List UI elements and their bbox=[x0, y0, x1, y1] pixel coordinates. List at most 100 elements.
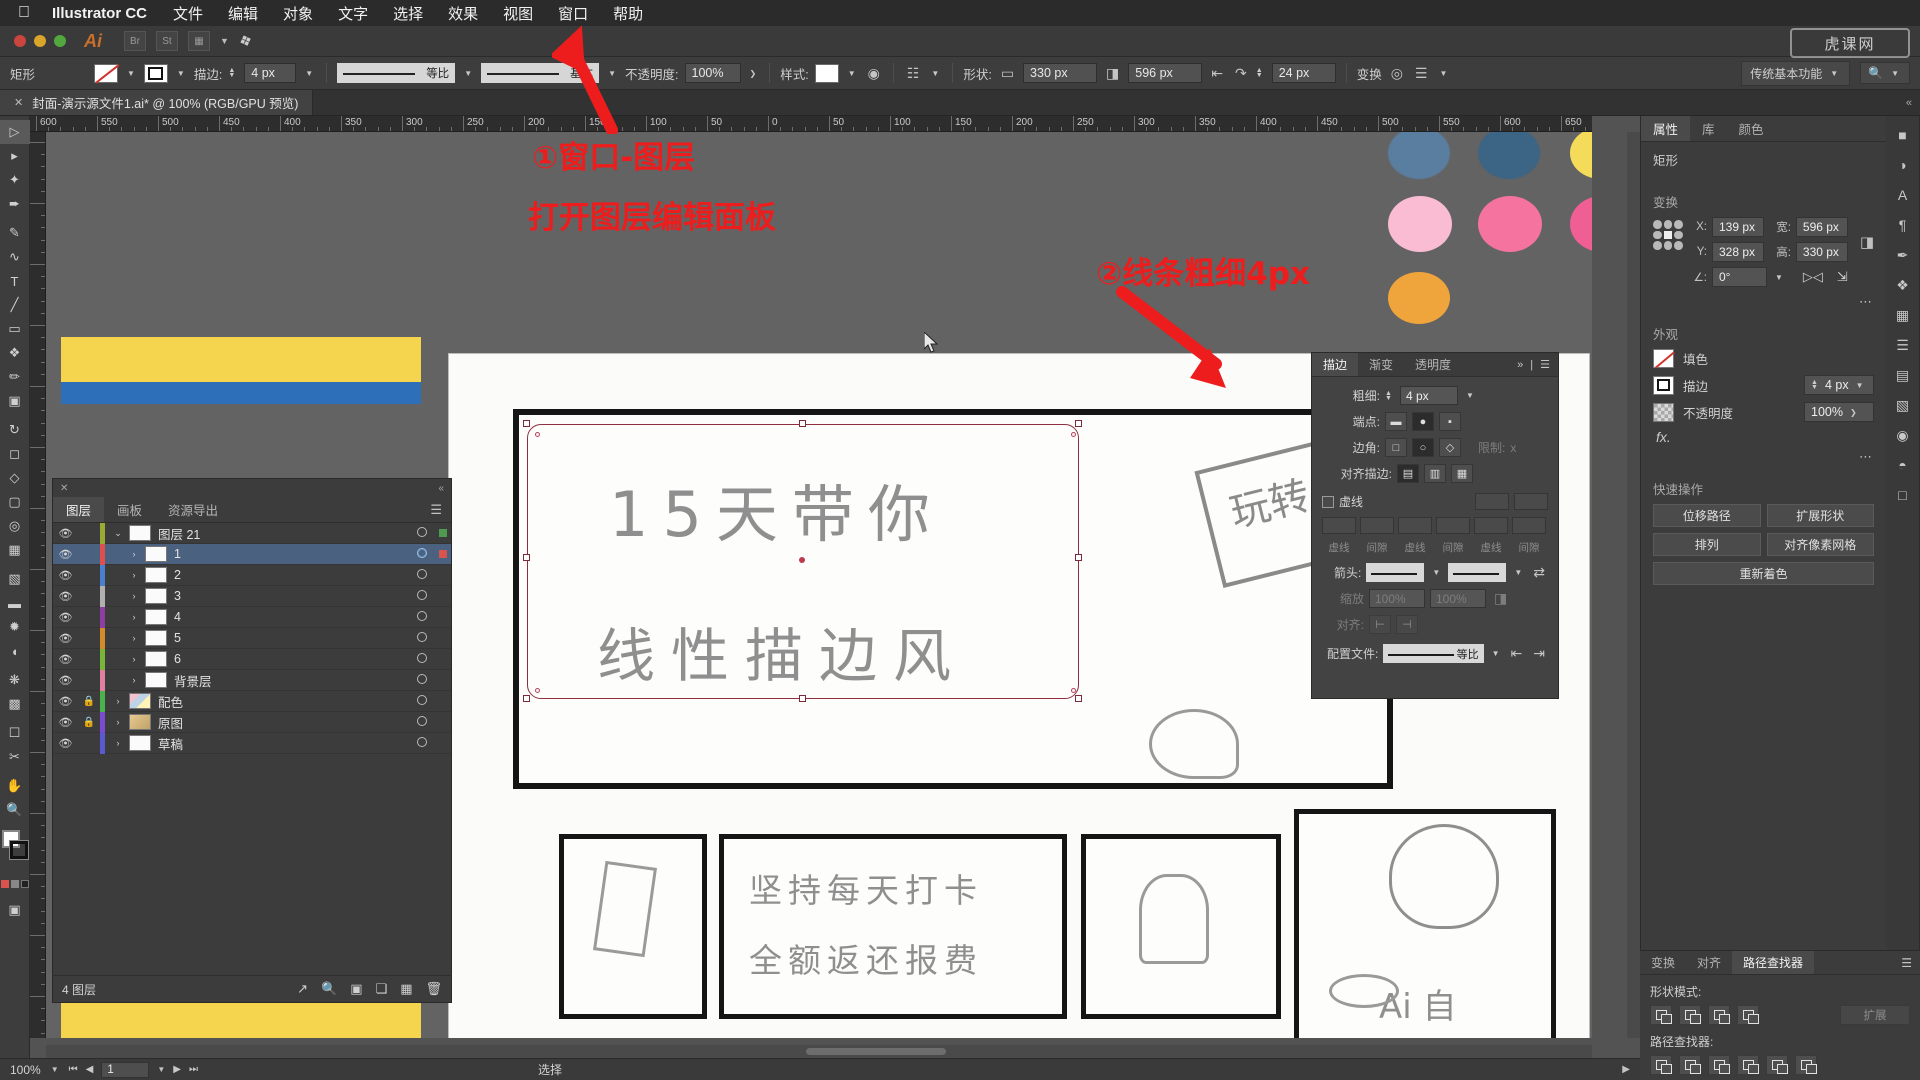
menu-item-help[interactable]: 帮助 bbox=[613, 3, 643, 24]
expand-disclosure-icon[interactable]: › bbox=[107, 717, 129, 727]
align-stroke-inside-icon[interactable]: ▥ bbox=[1424, 464, 1446, 483]
layer-name[interactable]: 5 bbox=[174, 631, 409, 645]
stroke-weight-chevron-down-icon[interactable]: ▼ bbox=[1853, 381, 1867, 390]
visibility-eye-icon[interactable]: 👁 bbox=[53, 695, 78, 708]
tool-gradient[interactable]: ▬ bbox=[0, 591, 30, 615]
tool-slice[interactable]: ✂ bbox=[0, 745, 30, 769]
layer-name[interactable]: 2 bbox=[174, 568, 409, 582]
crop-icon[interactable] bbox=[1737, 1055, 1759, 1075]
round-cap-icon[interactable]: ● bbox=[1412, 412, 1434, 431]
expand-disclosure-icon[interactable]: › bbox=[123, 633, 145, 643]
miter-join-icon[interactable]: □ bbox=[1385, 438, 1407, 457]
layer-row[interactable]: 👁 › 6 bbox=[53, 648, 451, 670]
height-field[interactable]: 330 px bbox=[1795, 242, 1848, 262]
tool-scale[interactable]: ◻ bbox=[0, 442, 30, 466]
artboard-number-field[interactable]: 1 bbox=[101, 1061, 150, 1078]
workspace-chevron-down-icon[interactable]: ▼ bbox=[1827, 69, 1841, 78]
color-mode-gradient-icon[interactable] bbox=[10, 880, 19, 888]
ref-point-bm[interactable] bbox=[1663, 241, 1673, 250]
visibility-eye-icon[interactable]: 👁 bbox=[53, 674, 78, 687]
search-chevron-down-icon[interactable]: ▼ bbox=[1888, 69, 1902, 78]
tool-free-transform[interactable]: ▢ bbox=[0, 490, 30, 514]
expand-disclosure-icon[interactable]: › bbox=[123, 549, 145, 559]
appearance-icon[interactable]: ◉ bbox=[1889, 422, 1917, 448]
menu-item-type[interactable]: 文字 bbox=[338, 3, 368, 24]
corner-anchor-bl[interactable] bbox=[535, 688, 540, 693]
minus-front-icon[interactable] bbox=[1679, 1005, 1701, 1025]
menu-item-window[interactable]: 窗口 bbox=[558, 3, 588, 24]
hamburger-icon[interactable]: ☰ bbox=[1540, 358, 1550, 371]
exclude-icon[interactable] bbox=[1737, 1005, 1759, 1025]
dash-preserve-exact-icon[interactable] bbox=[1475, 493, 1509, 510]
horizontal-scrollbar[interactable] bbox=[46, 1045, 1592, 1058]
dash-field-1[interactable] bbox=[1322, 517, 1356, 534]
place-arrow-at-end-icon[interactable]: ⊣ bbox=[1396, 615, 1418, 634]
target-indicator-icon[interactable] bbox=[417, 568, 427, 579]
profile-chevron-down-icon[interactable]: ▼ bbox=[461, 69, 475, 78]
dashed-line-checkbox[interactable] bbox=[1322, 495, 1334, 508]
gap-field-2[interactable] bbox=[1436, 517, 1470, 534]
tab-asset-export[interactable]: 资源导出 bbox=[155, 497, 231, 522]
paragraph-icon[interactable]: ¶ bbox=[1889, 212, 1917, 238]
tool-lasso[interactable]: ➨ bbox=[0, 192, 30, 216]
ref-point-bl[interactable] bbox=[1653, 241, 1662, 250]
target-column[interactable] bbox=[409, 631, 435, 645]
tab-gradient[interactable]: 渐变 bbox=[1358, 353, 1404, 376]
vertical-scrollbar[interactable] bbox=[1627, 132, 1640, 1038]
minus-back-icon[interactable] bbox=[1795, 1055, 1817, 1075]
target-indicator-icon[interactable] bbox=[417, 694, 427, 705]
fill-color-swatch[interactable] bbox=[94, 63, 118, 83]
layers-list[interactable]: 👁 ⌄ 图层 21 👁 › 1 👁 › 2 👁 › 3 👁 › 4 👁 › 5 👁 › 6 👁 › 背景层 👁 🔒 › 配色 👁 🔒 › 原图… bbox=[53, 523, 451, 975]
swap-arrowheads-icon[interactable]: ⇄ bbox=[1530, 564, 1548, 581]
tool-eraser[interactable]: ▣ bbox=[0, 389, 30, 413]
create-sublayer-icon[interactable]: ▣ bbox=[350, 981, 362, 997]
tab-pathfinder[interactable]: 路径查找器 bbox=[1732, 951, 1815, 974]
last-page-icon[interactable]: ⏭ bbox=[189, 1064, 198, 1075]
target-indicator-icon[interactable] bbox=[417, 526, 427, 537]
arrowhead-start-select[interactable] bbox=[1366, 563, 1425, 582]
brushes-icon[interactable]: ✒ bbox=[1889, 242, 1917, 268]
x-field[interactable]: 139 px bbox=[1712, 217, 1764, 237]
color-guide-icon[interactable]: ◑ bbox=[1889, 152, 1917, 178]
color-mode-none-icon[interactable] bbox=[20, 880, 29, 888]
layer-name[interactable]: 原图 bbox=[158, 713, 409, 732]
visibility-eye-icon[interactable]: 👁 bbox=[53, 611, 78, 624]
stroke-weight-field[interactable]: ▲ ▼ 4 px ▼ bbox=[1804, 375, 1874, 395]
tool-pencil[interactable]: ✏ bbox=[0, 365, 30, 389]
target-column[interactable] bbox=[409, 568, 435, 582]
selection-handle-ml[interactable] bbox=[523, 554, 530, 561]
menu-item-file[interactable]: 文件 bbox=[173, 3, 203, 24]
layer-row[interactable]: 👁 › 3 bbox=[53, 585, 451, 607]
reference-point-selector[interactable] bbox=[1653, 220, 1683, 250]
tab-align[interactable]: 对齐 bbox=[1686, 951, 1732, 974]
expand-disclosure-icon[interactable]: › bbox=[123, 612, 145, 622]
align-stroke-outside-icon[interactable]: ▦ bbox=[1451, 464, 1473, 483]
tool-rotate[interactable]: ↻ bbox=[0, 418, 30, 442]
layer-row[interactable]: 👁 › 1 bbox=[53, 543, 451, 565]
layer-name[interactable]: 6 bbox=[174, 652, 409, 666]
target-indicator-icon[interactable] bbox=[417, 547, 427, 558]
visibility-eye-icon[interactable]: 👁 bbox=[53, 548, 78, 561]
expand-icon[interactable]: » bbox=[1517, 359, 1523, 371]
tool-perspective-grid[interactable]: ▦ bbox=[0, 538, 30, 562]
dash-field-3[interactable] bbox=[1474, 517, 1508, 534]
color-icon[interactable]: ■ bbox=[1889, 122, 1917, 148]
gap-field-1[interactable] bbox=[1360, 517, 1394, 534]
transform-more-options-icon[interactable]: ⋯ bbox=[1653, 294, 1874, 310]
tool-mesh[interactable]: ▧ bbox=[0, 567, 30, 591]
flip-vertical-icon[interactable]: ⇤ bbox=[1208, 65, 1226, 82]
document-tab[interactable]: ✕ 封面-演示源文件1.ai* @ 100% (RGB/GPU 预览) bbox=[0, 90, 314, 115]
arrowhead-end-chevron-icon[interactable]: ▼ bbox=[1511, 568, 1525, 577]
hamburger-icon[interactable]: ☰ bbox=[421, 497, 451, 522]
angle-chevron-down-icon[interactable]: ▼ bbox=[1772, 273, 1786, 282]
menu-item-view[interactable]: 视图 bbox=[503, 3, 533, 24]
menu-item-effect[interactable]: 效果 bbox=[448, 3, 478, 24]
first-page-icon[interactable]: ⏮ bbox=[69, 1064, 78, 1075]
tool-shape-builder[interactable]: ◎ bbox=[0, 514, 30, 538]
opacity-chevron-icon[interactable]: ❯ bbox=[747, 69, 760, 78]
type-icon[interactable]: A bbox=[1889, 182, 1917, 208]
delete-selection-icon[interactable]: 🗑 bbox=[425, 981, 442, 997]
expand-disclosure-icon[interactable]: › bbox=[123, 654, 145, 664]
align-chevron-down-icon[interactable]: ▼ bbox=[928, 69, 942, 78]
layer-name[interactable]: 配色 bbox=[158, 692, 409, 711]
